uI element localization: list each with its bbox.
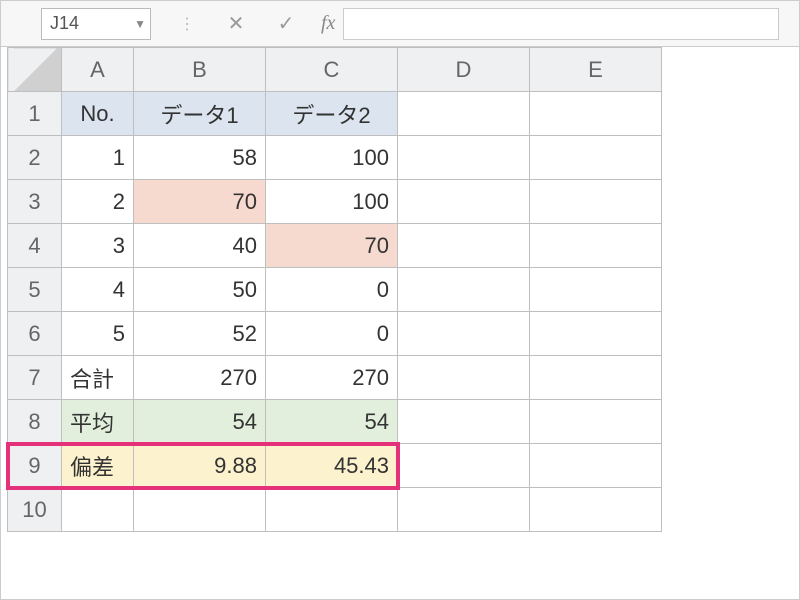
cell-C1[interactable]: データ2 [266,92,398,136]
cell-D8[interactable] [398,400,530,444]
cell-B3[interactable]: 70 [134,180,266,224]
cell-E5[interactable] [530,268,662,312]
select-all-corner[interactable] [8,48,62,92]
cell-E9[interactable] [530,444,662,488]
cell-B7[interactable]: 270 [134,356,266,400]
cell-C4[interactable]: 70 [266,224,398,268]
cell-C7[interactable]: 270 [266,356,398,400]
cell-B5[interactable]: 50 [134,268,266,312]
cell-A6[interactable]: 5 [62,312,134,356]
cell-E2[interactable] [530,136,662,180]
name-box-dropdown-icon[interactable]: ▼ [134,17,146,31]
col-header-D[interactable]: D [398,48,530,92]
cell-C9[interactable]: 45.43 [266,444,398,488]
cell-D3[interactable] [398,180,530,224]
cell-A7[interactable]: 合計 [62,356,134,400]
cell-C10[interactable] [266,488,398,532]
cell-A4[interactable]: 3 [62,224,134,268]
spreadsheet[interactable]: A B C D E 1 No. データ1 データ2 2 1 58 100 [7,47,662,532]
row-header-3[interactable]: 3 [8,180,62,224]
confirm-icon[interactable]: ✓ [271,9,301,39]
cell-D4[interactable] [398,224,530,268]
cell-E1[interactable] [530,92,662,136]
row-header-9[interactable]: 9 [8,444,62,488]
cell-A9[interactable]: 偏差 [62,444,134,488]
cell-B10[interactable] [134,488,266,532]
cell-E6[interactable] [530,312,662,356]
app-window: J14 ▼ ⋮ ✕ ✓ fx A B C D E 1 No. データ1 [0,0,800,600]
row-header-4[interactable]: 4 [8,224,62,268]
cell-D7[interactable] [398,356,530,400]
row-header-5[interactable]: 5 [8,268,62,312]
cell-D1[interactable] [398,92,530,136]
formula-controls: ⋮ ✕ ✓ fx [171,9,335,39]
cell-C6[interactable]: 0 [266,312,398,356]
cell-A8[interactable]: 平均 [62,400,134,444]
cell-A2[interactable]: 1 [62,136,134,180]
cell-B9[interactable]: 9.88 [134,444,266,488]
col-header-C[interactable]: C [266,48,398,92]
cell-B2[interactable]: 58 [134,136,266,180]
cell-B6[interactable]: 52 [134,312,266,356]
col-header-A[interactable]: A [62,48,134,92]
more-icon[interactable]: ⋮ [171,9,201,39]
cell-B8[interactable]: 54 [134,400,266,444]
row-header-10[interactable]: 10 [8,488,62,532]
cell-A5[interactable]: 4 [62,268,134,312]
cell-B4[interactable]: 40 [134,224,266,268]
fx-label[interactable]: fx [321,12,335,35]
cell-C5[interactable]: 0 [266,268,398,312]
row-header-8[interactable]: 8 [8,400,62,444]
cell-A1[interactable]: No. [62,92,134,136]
row-header-6[interactable]: 6 [8,312,62,356]
cell-E4[interactable] [530,224,662,268]
grid: A B C D E 1 No. データ1 データ2 2 1 58 100 [1,47,799,532]
cell-D9[interactable] [398,444,530,488]
cell-D10[interactable] [398,488,530,532]
cancel-icon[interactable]: ✕ [221,9,251,39]
cell-A10[interactable] [62,488,134,532]
cell-E8[interactable] [530,400,662,444]
cell-B1[interactable]: データ1 [134,92,266,136]
name-box[interactable]: J14 ▼ [41,8,151,40]
row-header-2[interactable]: 2 [8,136,62,180]
cell-C8[interactable]: 54 [266,400,398,444]
cell-D6[interactable] [398,312,530,356]
row-header-7[interactable]: 7 [8,356,62,400]
cell-C3[interactable]: 100 [266,180,398,224]
col-header-B[interactable]: B [134,48,266,92]
name-box-value: J14 [50,13,79,34]
formula-bar: J14 ▼ ⋮ ✕ ✓ fx [1,1,799,47]
cell-D2[interactable] [398,136,530,180]
cell-E7[interactable] [530,356,662,400]
col-header-E[interactable]: E [530,48,662,92]
formula-input[interactable] [343,8,779,40]
cell-A3[interactable]: 2 [62,180,134,224]
cell-D5[interactable] [398,268,530,312]
row-header-1[interactable]: 1 [8,92,62,136]
cell-C2[interactable]: 100 [266,136,398,180]
cell-E3[interactable] [530,180,662,224]
cell-E10[interactable] [530,488,662,532]
